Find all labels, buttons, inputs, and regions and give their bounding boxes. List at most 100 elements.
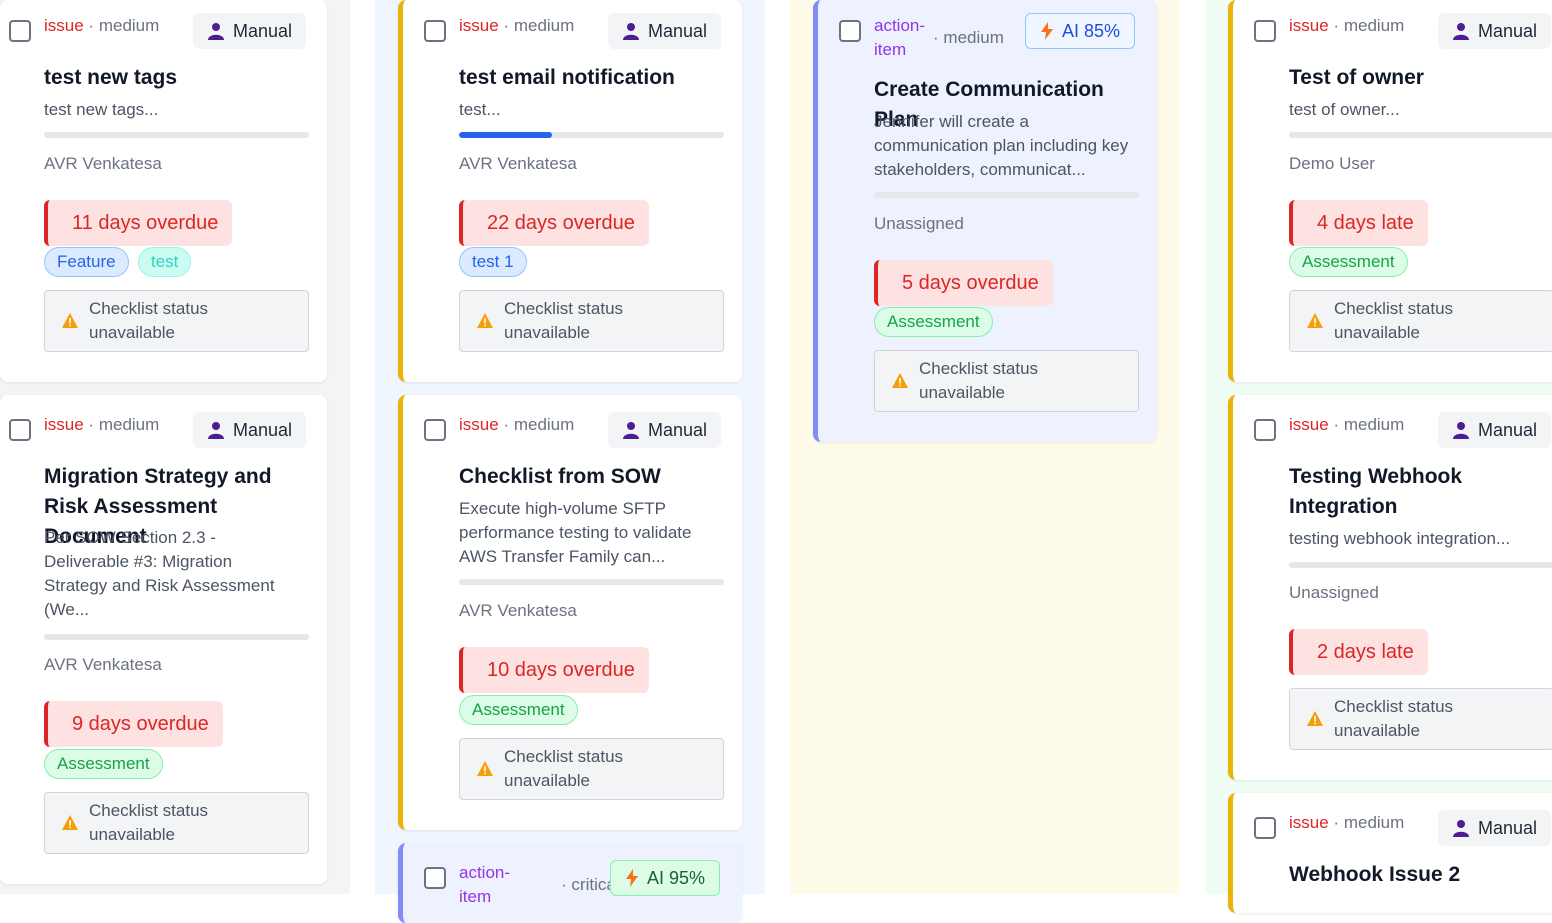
select-checkbox[interactable] xyxy=(839,20,861,42)
select-checkbox[interactable] xyxy=(424,419,446,441)
select-checkbox[interactable] xyxy=(9,20,31,42)
card-title[interactable]: Webhook Issue 2 xyxy=(1289,860,1552,890)
source-button[interactable]: Manual xyxy=(1438,412,1552,448)
tag-chip[interactable]: Feature xyxy=(44,247,129,277)
card-description: test... xyxy=(459,100,501,119)
due-badge: 2 days late xyxy=(1289,629,1428,675)
warning-icon xyxy=(476,312,494,330)
progress-bar xyxy=(459,132,724,138)
checklist-status: Checklist status unavailable xyxy=(1289,290,1552,352)
task-card[interactable]: issue · medium Manual Checklist from SOW… xyxy=(398,395,742,830)
source-button[interactable]: Manual xyxy=(193,412,307,448)
card-meta: issue · medium xyxy=(44,16,160,35)
assignee: Unassigned xyxy=(874,214,964,233)
progress-bar xyxy=(459,579,724,585)
person-icon xyxy=(1452,421,1470,439)
person-icon xyxy=(622,421,640,439)
card-meta: issue · medium xyxy=(1289,415,1405,434)
due-badge: 22 days overdue xyxy=(459,200,649,246)
bolt-icon xyxy=(1040,22,1054,40)
checklist-text: Checklist status unavailable xyxy=(1334,299,1454,342)
card-meta: issue · medium xyxy=(44,415,160,434)
checklist-text: Checklist status unavailable xyxy=(1334,697,1454,740)
card-description: test new tags... xyxy=(44,100,159,119)
select-checkbox[interactable] xyxy=(424,20,446,42)
source-button[interactable]: Manual xyxy=(1438,810,1552,846)
source-label: AI 85% xyxy=(1062,20,1121,41)
warning-icon xyxy=(61,814,79,832)
select-checkbox[interactable] xyxy=(424,867,446,889)
card-meta: action-item xyxy=(459,861,534,909)
assignee: AVR Venkatesa xyxy=(44,655,162,674)
person-icon xyxy=(207,421,225,439)
tag-chip[interactable]: Assessment xyxy=(1289,247,1408,277)
person-icon xyxy=(1452,819,1470,837)
card-meta: issue · medium xyxy=(1289,16,1405,35)
warning-icon xyxy=(61,312,79,330)
card-title[interactable]: Checklist from SOW xyxy=(459,462,724,492)
checklist-status: Checklist status unavailable xyxy=(459,290,724,352)
source-button[interactable]: Manual xyxy=(608,412,722,448)
task-card[interactable]: issue · medium Manual Migration Strategy… xyxy=(0,395,327,884)
source-button[interactable]: Manual xyxy=(1438,13,1552,49)
person-icon xyxy=(207,22,225,40)
task-card[interactable]: issue · medium Manual test new tags test… xyxy=(0,0,327,382)
board-column-1: issue · medium Manual test new tags test… xyxy=(0,0,350,894)
card-meta: issue · medium xyxy=(459,415,575,434)
warning-icon xyxy=(476,760,494,778)
card-title[interactable]: Test of owner xyxy=(1289,63,1552,93)
kind-label: issue xyxy=(44,16,84,35)
kind-label: issue xyxy=(1289,415,1329,434)
priority-label: medium xyxy=(943,28,1004,47)
bolt-icon xyxy=(625,869,639,887)
progress-bar xyxy=(44,132,309,138)
source-button[interactable]: AI 85% xyxy=(1025,13,1136,49)
board-column-4: issue · medium Manual Test of owner test… xyxy=(1205,0,1552,913)
select-checkbox[interactable] xyxy=(1254,419,1276,441)
tag-chip[interactable]: test 1 xyxy=(459,247,527,277)
progress-bar xyxy=(874,192,1139,198)
priority-label: medium xyxy=(98,415,160,434)
kind-label: issue xyxy=(44,415,84,434)
card-description: Per SOW Section 2.3 - Deliverable #3: Mi… xyxy=(44,528,275,619)
assignee: Unassigned xyxy=(1289,583,1379,602)
task-card[interactable]: action-item · medium AI 85% Create Commu… xyxy=(813,0,1157,442)
checklist-status: Checklist status unavailable xyxy=(1289,688,1552,750)
due-badge: 4 days late xyxy=(1289,200,1428,246)
task-card[interactable]: issue · medium Manual Webhook Issue 2 xyxy=(1228,793,1552,913)
task-card[interactable]: issue · medium Manual test email notific… xyxy=(398,0,742,382)
card-title[interactable]: test email notification xyxy=(459,63,724,93)
source-button[interactable]: Manual xyxy=(193,13,307,49)
person-icon xyxy=(622,22,640,40)
select-checkbox[interactable] xyxy=(1254,20,1276,42)
source-label: AI 95% xyxy=(647,867,706,888)
tag-chip[interactable]: Assessment xyxy=(874,307,993,337)
kind-label: action-item xyxy=(874,16,926,59)
card-title[interactable]: Testing Webhook Integration xyxy=(1289,462,1509,522)
select-checkbox[interactable] xyxy=(1254,817,1276,839)
kind-label: action-item xyxy=(459,863,511,906)
select-checkbox[interactable] xyxy=(9,419,31,441)
tag-chip[interactable]: Assessment xyxy=(459,695,578,725)
task-card[interactable]: issue · medium Manual Test of owner test… xyxy=(1228,0,1552,382)
checklist-text: Checklist status unavailable xyxy=(89,299,209,342)
checklist-status: Checklist status unavailable xyxy=(44,290,309,352)
priority-label: medium xyxy=(1343,16,1405,35)
checklist-text: Checklist status unavailable xyxy=(89,801,209,844)
source-button[interactable]: Manual xyxy=(608,13,722,49)
source-label: Manual xyxy=(1478,419,1538,440)
tag-chip[interactable]: Assessment xyxy=(44,749,163,779)
checklist-status: Checklist status unavailable xyxy=(44,792,309,854)
card-meta: issue · medium xyxy=(459,16,575,35)
task-card[interactable]: action-item · critical AI 95% xyxy=(398,843,742,923)
source-label: Manual xyxy=(648,20,708,41)
card-title[interactable]: test new tags xyxy=(44,63,309,93)
task-card[interactable]: issue · medium Manual Testing Webhook In… xyxy=(1228,395,1552,780)
tag-chip[interactable]: test xyxy=(138,247,192,277)
priority-label: medium xyxy=(98,16,160,35)
warning-icon xyxy=(1306,312,1324,330)
checklist-status: Checklist status unavailable xyxy=(874,350,1139,412)
source-button[interactable]: AI 95% xyxy=(610,860,721,896)
assignee: AVR Venkatesa xyxy=(459,601,577,620)
due-badge: 11 days overdue xyxy=(44,200,233,246)
